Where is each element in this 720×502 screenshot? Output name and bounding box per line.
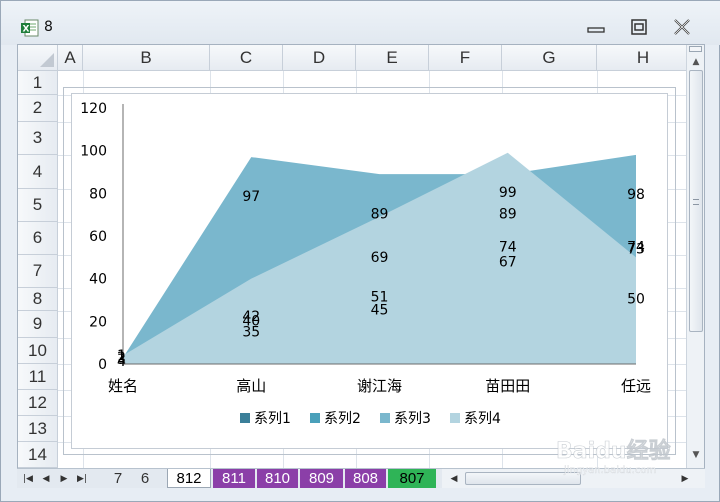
row-header-8[interactable]: 8 <box>18 288 58 311</box>
sheet-tab-812[interactable]: 812 <box>167 469 211 488</box>
close-button[interactable] <box>667 15 697 39</box>
data-label: 89 <box>499 207 517 223</box>
excel-icon: X <box>21 19 39 37</box>
window-title: 8 <box>44 19 53 35</box>
area-chart: 020406080100120姓名 高山 谢江海 苗田田 任远1354567732425… <box>80 101 651 427</box>
legend-label-2: 系列2 <box>324 411 361 427</box>
row-header-13[interactable]: 13 <box>18 416 58 442</box>
y-tick-label: 20 <box>89 314 107 330</box>
sheet-tab-7[interactable]: 7 <box>105 469 131 488</box>
column-header-e[interactable]: E <box>356 45 429 71</box>
prev-sheet-icon[interactable]: ◀ <box>39 472 53 486</box>
y-tick-label: 120 <box>80 101 107 117</box>
legend-swatch-3 <box>380 413 390 423</box>
x-category-label: 姓名 <box>108 377 138 395</box>
vertical-scroll-thumb[interactable] <box>689 70 703 332</box>
data-label: 51 <box>371 289 389 305</box>
data-label: 98 <box>627 187 645 203</box>
row-header-4[interactable]: 4 <box>18 155 58 189</box>
data-label: 4 <box>117 354 126 370</box>
data-label: 69 <box>371 250 389 266</box>
minimize-icon <box>587 27 605 33</box>
vertical-scrollbar[interactable]: ▲ ▼ <box>686 45 704 468</box>
x-category-label: 苗田田 <box>485 377 530 395</box>
row-header-5[interactable]: 5 <box>18 189 58 222</box>
next-sheet-icon[interactable]: ▶ <box>57 472 71 486</box>
x-category-label: 高山 <box>236 377 266 395</box>
y-tick-label: 40 <box>89 272 107 288</box>
baidu-watermark: Baidu经验 jingyan.baidu.com <box>556 423 716 483</box>
sheet-tab-6[interactable]: 6 <box>133 469 157 488</box>
row-header-9[interactable]: 9 <box>18 311 58 338</box>
row-header-10[interactable]: 10 <box>18 338 58 364</box>
chart-object[interactable]: 0 20 40 60 80 100 120 姓名 高山 谢江海 苗田田 任远 1 35 45 67 73 2 42 5… <box>63 87 676 455</box>
row-header-6[interactable]: 6 <box>18 222 58 255</box>
restore-button[interactable] <box>624 15 654 39</box>
split-box[interactable] <box>689 46 702 52</box>
watermark-text: Baidu经验 <box>556 438 671 464</box>
legend-label-4: 系列4 <box>464 411 501 427</box>
legend-label-3: 系列3 <box>394 411 431 427</box>
column-header-b[interactable]: B <box>83 45 210 71</box>
column-header-a[interactable]: A <box>58 45 83 71</box>
data-label: 99 <box>499 185 517 201</box>
close-icon <box>674 19 690 35</box>
last-sheet-icon[interactable]: ▶| <box>75 472 89 486</box>
row-header-12[interactable]: 12 <box>18 390 58 416</box>
row-header-2[interactable]: 2 <box>18 95 58 122</box>
chart-area[interactable]: 0 20 40 60 80 100 120 姓名 高山 谢江海 苗田田 任远 1 35 45 67 73 2 42 5… <box>71 93 668 449</box>
data-label: 97 <box>242 189 260 205</box>
y-tick-label: 60 <box>89 229 107 245</box>
title-bar: X 8 <box>1 1 720 45</box>
select-all-corner[interactable] <box>18 45 58 71</box>
data-label: 89 <box>371 207 389 223</box>
column-header-d[interactable]: D <box>283 45 356 71</box>
first-sheet-icon[interactable]: |◀ <box>21 472 35 486</box>
data-label: 67 <box>499 255 517 271</box>
data-label: 74 <box>627 239 645 255</box>
column-header-h[interactable]: H <box>597 45 690 71</box>
sheet-tab-809[interactable]: 809 <box>300 469 343 488</box>
watermark-subtext: jingyan.baidu.com <box>563 465 656 476</box>
scroll-up-arrow-icon[interactable]: ▲ <box>687 54 704 70</box>
y-tick-label: 80 <box>89 186 107 202</box>
svg-text:X: X <box>23 25 30 35</box>
legend-swatch-1 <box>240 413 250 423</box>
row-header-3[interactable]: 3 <box>18 122 58 155</box>
sheet-tab-810[interactable]: 810 <box>257 469 298 488</box>
minimize-button[interactable] <box>581 15 611 39</box>
x-category-label: 任远 <box>621 377 651 395</box>
column-header-c[interactable]: C <box>210 45 283 71</box>
column-header-f[interactable]: F <box>429 45 502 71</box>
data-label: 74 <box>499 239 517 255</box>
row-header-1[interactable]: 1 <box>18 71 58 95</box>
x-category-label: 谢江海 <box>357 377 402 395</box>
column-header-g[interactable]: G <box>502 45 597 71</box>
legend-swatch-2 <box>310 413 320 423</box>
data-label: 50 <box>627 292 645 308</box>
sheet-tab-811[interactable]: 811 <box>213 469 255 488</box>
excel-window: X 8 A B C D E F G H 1 2 3 4 5 6 7 8 9 10… <box>0 0 720 502</box>
sheet-tab-808[interactable]: 808 <box>345 469 386 488</box>
row-header-7[interactable]: 7 <box>18 255 58 288</box>
y-tick-label: 100 <box>80 144 107 160</box>
data-label: 40 <box>242 313 260 329</box>
scroll-left-arrow-icon[interactable]: ◀ <box>447 472 461 486</box>
legend-swatch-4 <box>450 413 460 423</box>
restore-icon <box>631 19 647 35</box>
row-header-14[interactable]: 14 <box>18 442 58 468</box>
legend-label-1: 系列1 <box>254 411 291 427</box>
y-tick-label: 0 <box>98 357 107 373</box>
row-header-11[interactable]: 11 <box>18 364 58 390</box>
sheet-tab-807[interactable]: 807 <box>388 469 436 488</box>
